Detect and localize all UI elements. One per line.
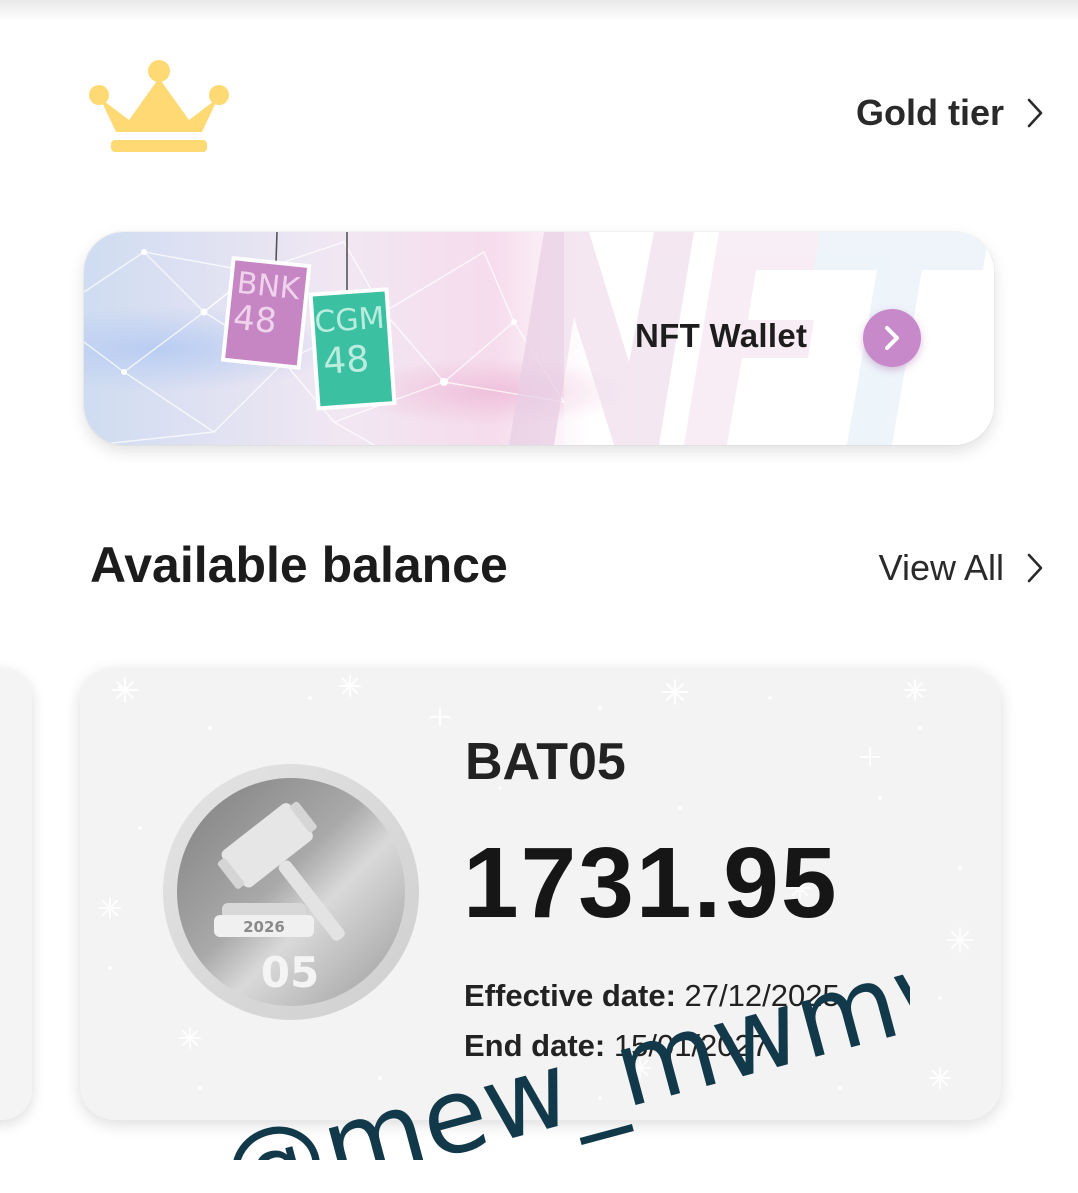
crown-icon xyxy=(89,60,229,152)
view-all-label: View All xyxy=(878,547,1004,588)
end-date-label: End date: xyxy=(464,1028,606,1063)
effective-date-value: 27/12/2025 xyxy=(684,978,840,1013)
balance-card[interactable]: 2026 05 BAT05 1731.95 Effective date: 27… xyxy=(80,668,1001,1120)
previous-balance-card[interactable] xyxy=(0,668,32,1120)
svg-text:CGM: CGM xyxy=(313,301,385,341)
nft-wallet-label: NFT Wallet xyxy=(635,317,808,354)
chevron-right-icon xyxy=(1027,553,1043,583)
balance-amount: 1731.95 xyxy=(463,827,839,939)
svg-text:48: 48 xyxy=(322,339,371,383)
coin-year-text: 2026 xyxy=(243,918,285,936)
chevron-right-icon xyxy=(885,326,899,350)
end-date: End date: 15/01/2027 xyxy=(464,1028,769,1064)
nft-wallet-arrow-button[interactable] xyxy=(863,309,921,367)
effective-date-label: Effective date: xyxy=(464,978,676,1013)
effective-date: Effective date: 27/12/2025 xyxy=(464,978,840,1014)
nft-wallet-banner[interactable]: BNK 48 CGM 48 NFT Wallet xyxy=(84,232,994,445)
nft-banner-background: BNK 48 CGM 48 xyxy=(84,232,994,445)
chevron-right-icon xyxy=(1027,98,1043,128)
section-title-available-balance: Available balance xyxy=(90,537,508,593)
coin-number-text: 05 xyxy=(261,948,319,997)
top-bar-shadow xyxy=(0,0,1078,22)
app-screen: Gold tier BNK 48 CGM 48 NFT Wallet Avail… xyxy=(0,0,1078,1193)
gold-tier-link[interactable]: Gold tier xyxy=(856,88,1044,138)
view-all-link[interactable]: View All xyxy=(879,543,1044,593)
tier-label: Gold tier xyxy=(855,92,1004,133)
gavel-coin-icon: 2026 05 xyxy=(163,764,419,1020)
balance-code: BAT05 xyxy=(465,733,626,791)
end-date-value: 15/01/2027 xyxy=(613,1028,770,1063)
svg-text:48: 48 xyxy=(231,298,278,342)
